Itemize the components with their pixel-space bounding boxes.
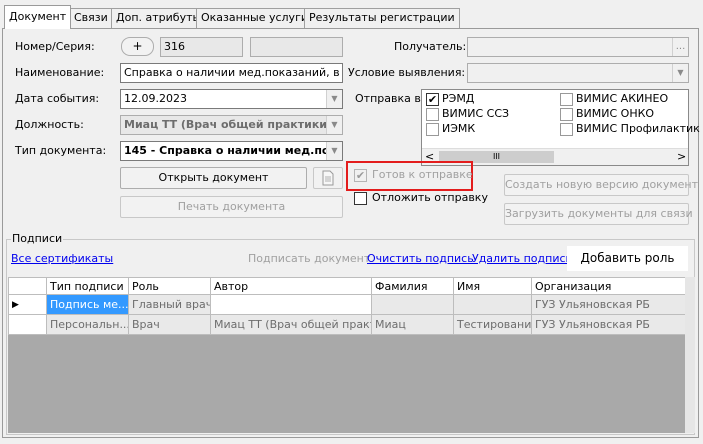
tab-registration-results[interactable]: Результаты регистрации [304,8,460,28]
document-icon-button[interactable] [313,167,343,189]
sign-document-link[interactable]: Подписать документ [248,252,370,265]
cell-author[interactable]: Миац ТТ (Врач общей практ... [210,314,372,335]
ready-to-send-checkbox[interactable]: ✔ [354,169,367,182]
vimis-onko-checkbox[interactable] [560,108,573,121]
position-dropdown-icon[interactable]: ▼ [326,116,342,134]
iemk-label: ИЭМК [442,122,476,135]
vimis-onko-label: ВИМИС ОНКО [576,107,655,120]
vimis-prof-label: ВИМИС Профилактик [576,122,700,135]
condition-label: Условие выявления: [348,66,466,79]
all-certificates-link[interactable]: Все сертификаты [11,252,113,265]
vimis-prof-checkbox[interactable] [560,123,573,136]
tab-extra-attributes[interactable]: Доп. атрибуты [111,8,207,28]
recipient-browse-button[interactable]: ... [672,38,688,56]
row-indicator [8,314,47,335]
load-linked-docs-button[interactable]: Загрузить документы для связи [504,203,693,225]
col-header-signature-type[interactable]: Тип подписи [46,277,129,295]
position-field[interactable]: Миац ТТ (Врач общей практики (с ▼ [120,115,343,135]
cell-first-name[interactable]: Тестирование [453,314,532,335]
document-icon [322,170,334,186]
cell-author[interactable] [210,294,372,315]
cell-signature-type[interactable]: Персональн... [46,314,129,335]
doctype-dropdown-icon[interactable]: ▼ [326,142,342,160]
defer-send-label: Отложить отправку [372,191,488,204]
vimis-akineo-label: ВИМИС АКИНЕО [576,92,669,105]
cell-last-name[interactable] [371,294,454,315]
cell-first-name[interactable] [453,294,532,315]
col-header-indicator [8,277,47,295]
delete-signature-link[interactable]: Удалить подпись [472,252,572,265]
col-header-first-name[interactable]: Имя [453,277,532,295]
date-field[interactable]: 12.09.2023 ▼ [120,89,343,109]
scroll-right-icon[interactable]: > [677,150,686,163]
col-header-author[interactable]: Автор [210,277,372,295]
print-document-button[interactable]: Печать документа [120,196,343,218]
remd-label: РЭМД [442,92,475,105]
tab-bar: Документ Связи Доп. атрибуты Оказанные у… [0,0,703,30]
cell-organization[interactable]: ГУЗ Ульяновская РБ [531,314,686,335]
vimis-ssz-label: ВИМИС ССЗ [442,107,510,120]
series-field[interactable] [250,37,343,57]
name-field[interactable]: Справка о наличии мед.показаний, в соотв [120,63,343,83]
condition-dropdown-icon[interactable]: ▼ [672,64,688,82]
cell-role[interactable]: Главный врач [128,294,211,315]
table-row[interactable]: Персональн... Врач Миац ТТ (Врач общей п… [8,314,686,335]
iemk-checkbox[interactable] [426,123,439,136]
tab-services[interactable]: Оказанные услуги [196,8,313,28]
cell-role[interactable]: Врач [128,314,211,335]
position-value: Миац ТТ (Врач общей практики (с [124,118,343,131]
clear-signature-link[interactable]: Очистить подпись [367,252,474,265]
calendar-dropdown-icon[interactable]: ▼ [326,90,342,108]
date-value: 12.09.2023 [124,92,187,105]
col-header-role[interactable]: Роль [128,277,211,295]
table-row[interactable]: ▶ Подпись ме... Главный врач ГУЗ Ульянов… [8,294,686,315]
condition-field[interactable]: ▼ [467,63,689,83]
date-label: Дата события: [15,92,100,105]
number-label: Номер/Серия: [15,40,95,53]
doctype-field[interactable]: 145 - Справка о наличии мед.пока ▼ [120,141,343,161]
name-label: Наименование: [15,66,105,79]
doctype-value: 145 - Справка о наличии мед.пока [124,144,343,157]
add-role-button[interactable]: Добавить роль [567,246,688,271]
signatures-title: Подписи [11,232,64,245]
col-header-organization[interactable]: Организация [531,277,686,295]
ready-to-send-label: Готов к отправке [372,168,473,181]
tab-links[interactable]: Связи [69,8,113,28]
vimis-ssz-checkbox[interactable] [426,108,439,121]
position-label: Должность: [15,118,84,131]
grid-vertical-scrollbar[interactable] [685,277,695,433]
add-number-button[interactable]: + [121,37,154,56]
create-new-version-button[interactable]: Создать новую версию документ [504,174,698,196]
open-document-button[interactable]: Открыть документ [120,167,307,189]
tab-document[interactable]: Документ [4,5,72,29]
recipient-label: Получатель: [394,40,467,53]
send-to-label: Отправка в [355,92,421,105]
row-indicator-icon: ▶ [8,294,47,315]
col-header-last-name[interactable]: Фамилия [371,277,454,295]
cell-last-name[interactable]: Миац [371,314,454,335]
send-targets-list[interactable]: ✔ РЭМД ВИМИС АКИНЕО ВИМИС ССЗ ВИМИС ОНКО… [421,89,700,166]
cell-signature-type[interactable]: Подпись ме... [46,294,129,315]
cell-organization[interactable]: ГУЗ Ульяновская РБ [531,294,686,315]
vimis-akineo-checkbox[interactable] [560,93,573,106]
signatures-grid: Тип подписи Роль Автор Фамилия Имя Орган… [8,277,686,433]
grid-header: Тип подписи Роль Автор Фамилия Имя Орган… [8,277,686,295]
doctype-label: Тип документа: [15,144,107,157]
number-field[interactable]: 316 [160,37,243,57]
recipient-field[interactable]: ... [467,37,689,57]
remd-checkbox[interactable]: ✔ [426,93,439,106]
defer-send-checkbox[interactable] [354,192,367,205]
